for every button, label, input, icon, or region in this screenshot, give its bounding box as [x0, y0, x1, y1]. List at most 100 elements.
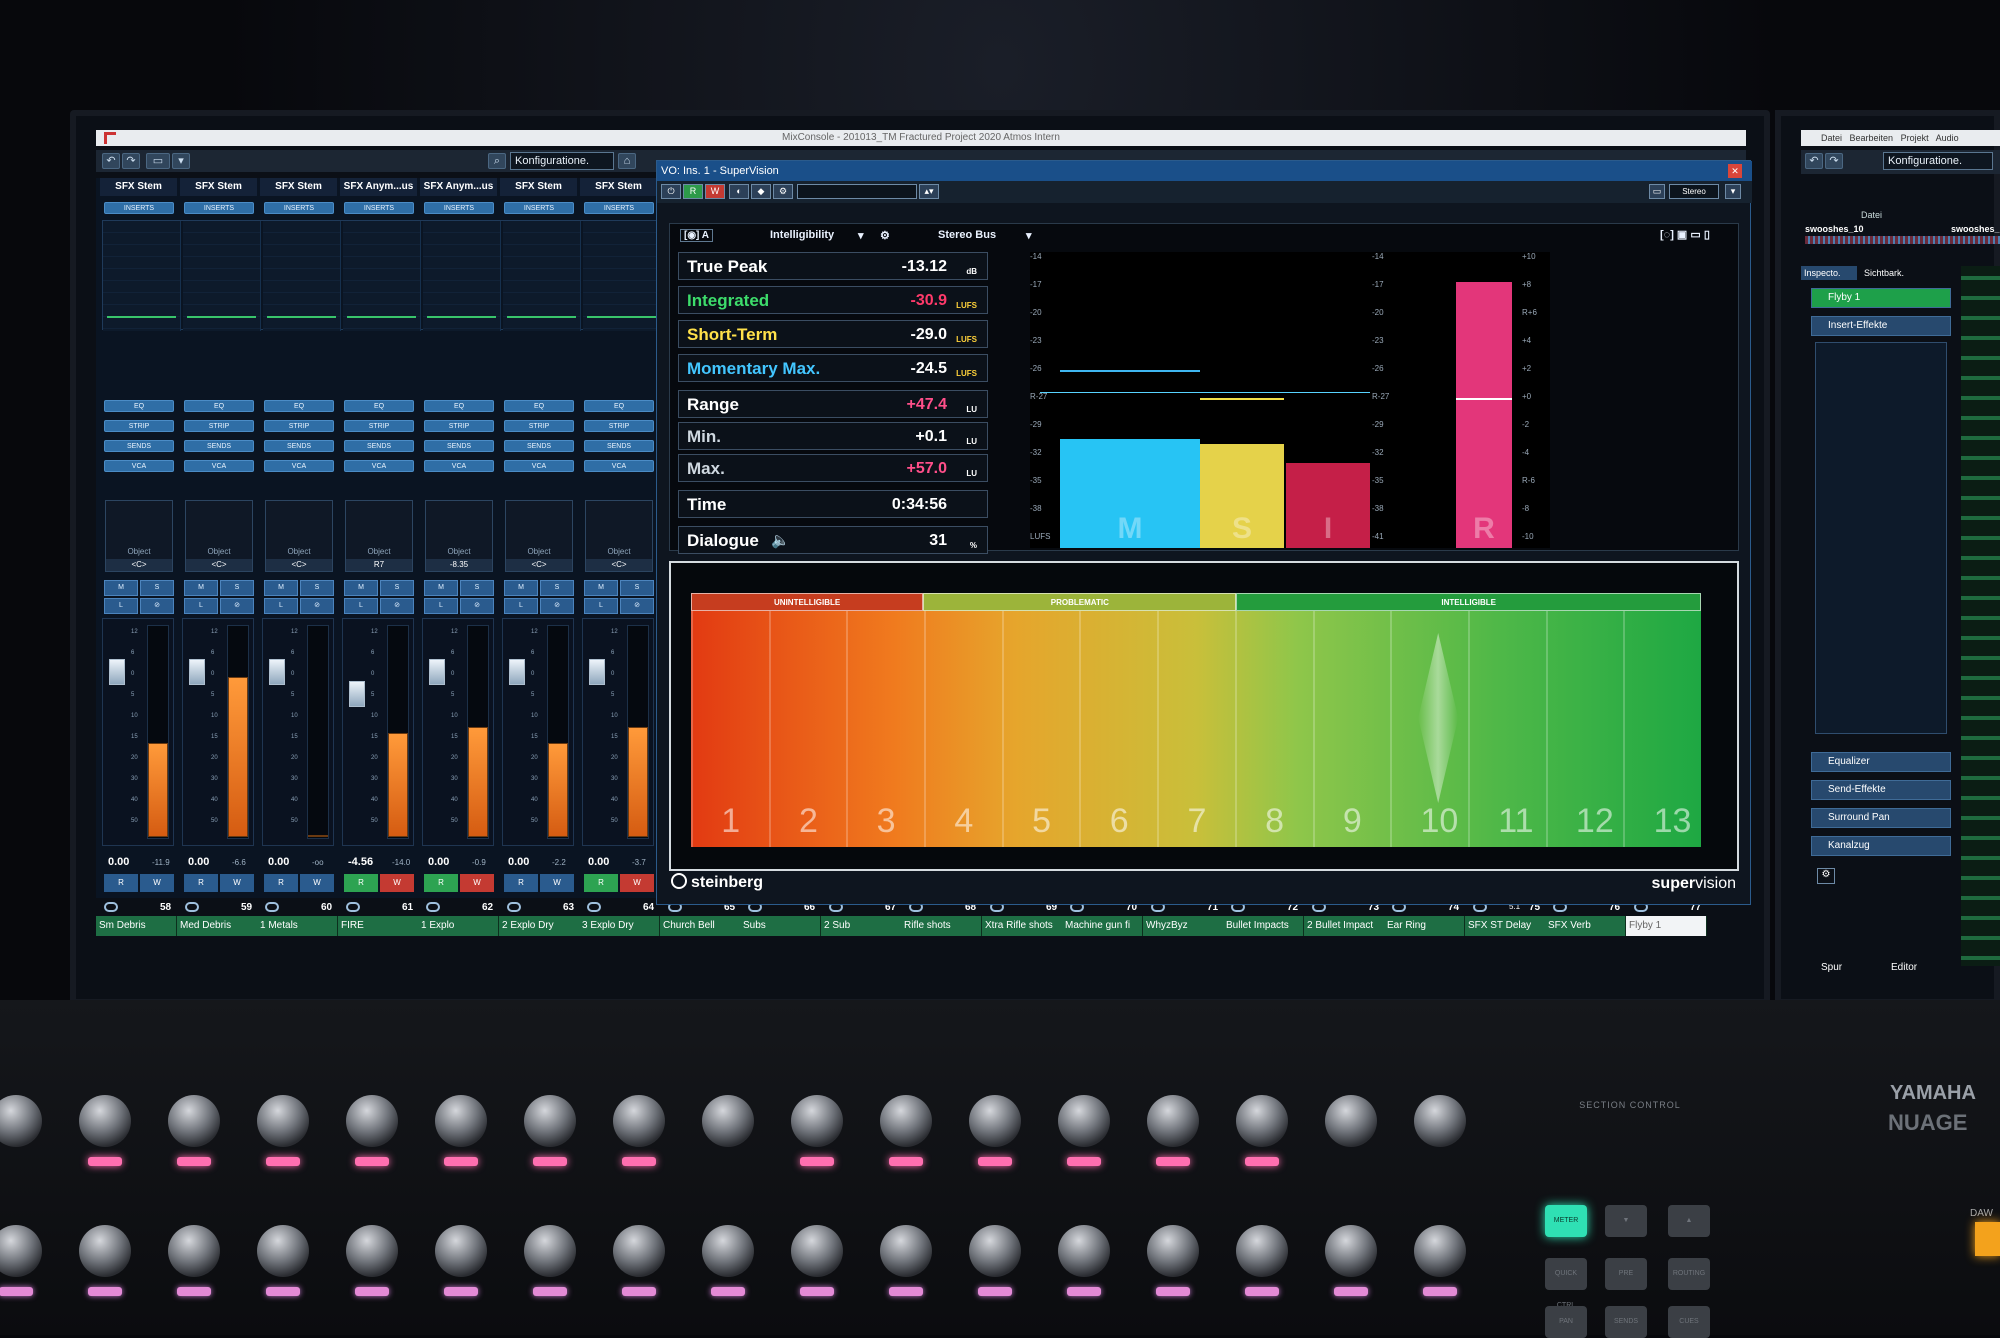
- dropdown-icon[interactable]: ▾: [172, 153, 190, 169]
- channel-name[interactable]: 1 Metals: [257, 916, 338, 936]
- link-icon[interactable]: [426, 902, 440, 912]
- link-icon[interactable]: [587, 902, 601, 912]
- channel-name[interactable]: SFX Verb: [1545, 916, 1626, 936]
- channel-name[interactable]: Church Bell: [660, 916, 741, 936]
- fader-handle[interactable]: [269, 659, 285, 685]
- vca-rack-header[interactable]: VCA: [504, 460, 574, 472]
- rotary-encoder-knob[interactable]: [702, 1225, 754, 1277]
- menu-projekt[interactable]: Projekt: [1901, 133, 1929, 143]
- vca-rack-header[interactable]: VCA: [424, 460, 494, 472]
- undo-icon[interactable]: ↶: [102, 153, 120, 169]
- insert-slot-column[interactable]: [343, 221, 421, 331]
- eq-rack-header[interactable]: EQ: [184, 400, 254, 412]
- edit-button[interactable]: ⊘: [220, 598, 254, 614]
- strip-name[interactable]: SFX Stem: [500, 178, 578, 196]
- routing-button[interactable]: ROUTING: [1668, 1258, 1710, 1290]
- configuration-dropdown[interactable]: Konfiguratione.: [1883, 152, 1993, 170]
- strip-rack-header[interactable]: STRIP: [184, 420, 254, 432]
- sends-rack-header[interactable]: SENDS: [424, 440, 494, 452]
- up-arrow-button[interactable]: ▲: [1668, 1205, 1710, 1237]
- cues-button[interactable]: CUES: [1668, 1306, 1710, 1338]
- write-automation-button[interactable]: W: [460, 874, 494, 892]
- strip-name[interactable]: SFX Stem: [260, 178, 338, 196]
- read-automation-button[interactable]: R: [104, 874, 138, 892]
- rotary-encoder-knob[interactable]: [0, 1095, 42, 1147]
- edit-button[interactable]: ⊘: [300, 598, 334, 614]
- pre-button[interactable]: PRE: [1605, 1258, 1647, 1290]
- tab-editor[interactable]: Editor: [1891, 962, 1917, 973]
- channel-name[interactable]: 1 Explo: [418, 916, 499, 936]
- insert-slot-column[interactable]: [183, 221, 261, 331]
- edit-button[interactable]: ⊘: [540, 598, 574, 614]
- window-layout-icon[interactable]: ▭: [146, 153, 170, 169]
- layout-icon[interactable]: [◉] A: [680, 229, 714, 242]
- close-icon[interactable]: ✕: [1728, 164, 1742, 178]
- section-equalizer[interactable]: Equalizer: [1811, 752, 1951, 772]
- fader-gain-value[interactable]: 0.00: [428, 856, 449, 868]
- channel-name[interactable]: SFX ST Delay: [1465, 916, 1546, 936]
- fader-gain-value[interactable]: -4.56: [348, 856, 373, 868]
- sends-rack-header[interactable]: SENDS: [184, 440, 254, 452]
- m-button[interactable]: M: [104, 580, 138, 596]
- rotary-encoder-knob[interactable]: [1236, 1095, 1288, 1147]
- panner-display[interactable]: Object <C>: [105, 500, 173, 572]
- vca-rack-header[interactable]: VCA: [264, 460, 334, 472]
- rotary-encoder-knob[interactable]: [1236, 1225, 1288, 1277]
- panner-display[interactable]: Object <C>: [585, 500, 653, 572]
- read-automation-button[interactable]: R: [344, 874, 378, 892]
- channel-name[interactable]: Rifle shots: [901, 916, 982, 936]
- insert-slot-column[interactable]: [103, 221, 181, 331]
- sends-rack-header[interactable]: SENDS: [344, 440, 414, 452]
- module-settings-icon[interactable]: ⚙: [880, 229, 890, 242]
- rotary-encoder-knob[interactable]: [0, 1225, 42, 1277]
- strip-rack-header[interactable]: STRIP: [264, 420, 334, 432]
- rotary-encoder-knob[interactable]: [613, 1095, 665, 1147]
- link-icon[interactable]: [104, 902, 118, 912]
- rotary-encoder-knob[interactable]: [1414, 1095, 1466, 1147]
- down-arrow-button[interactable]: ▼: [1605, 1205, 1647, 1237]
- channel-name[interactable]: Subs: [740, 916, 821, 936]
- strip-name[interactable]: SFX Anym...us: [340, 178, 418, 196]
- bus-dropdown[interactable]: Stereo Bus: [938, 229, 996, 241]
- quick-ctrl-button[interactable]: QUICK CTRL: [1545, 1258, 1587, 1309]
- preset-field[interactable]: [797, 184, 917, 199]
- rotary-encoder-knob[interactable]: [524, 1225, 576, 1277]
- write-automation-button[interactable]: W: [620, 874, 654, 892]
- fader-gain-value[interactable]: 0.00: [188, 856, 209, 868]
- stereo-dropdown[interactable]: Stereo: [1669, 184, 1719, 199]
- sends-rack-header[interactable]: SENDS: [104, 440, 174, 452]
- read-automation-button[interactable]: R: [264, 874, 298, 892]
- strip-rack-header[interactable]: STRIP: [344, 420, 414, 432]
- channel-name[interactable]: Machine gun fi: [1062, 916, 1143, 936]
- link-icon[interactable]: [265, 902, 279, 912]
- rotary-encoder-knob[interactable]: [1325, 1225, 1377, 1277]
- write-automation-button[interactable]: W: [380, 874, 414, 892]
- redo-icon[interactable]: ↷: [1825, 153, 1843, 169]
- eq-rack-header[interactable]: EQ: [344, 400, 414, 412]
- read-automation-button[interactable]: R: [584, 874, 618, 892]
- sends-rack-header[interactable]: SENDS: [264, 440, 334, 452]
- module-dropdown[interactable]: Intelligibility: [770, 229, 834, 241]
- read-automation-button[interactable]: R: [424, 874, 458, 892]
- fader-gain-value[interactable]: 0.00: [268, 856, 289, 868]
- read-automation-button[interactable]: R: [504, 874, 538, 892]
- strip-name[interactable]: SFX Stem: [580, 178, 658, 196]
- rotary-encoder-knob[interactable]: [1058, 1225, 1110, 1277]
- speaker-icon[interactable]: 🔈: [771, 531, 790, 549]
- eq-rack-header[interactable]: EQ: [584, 400, 654, 412]
- rotary-encoder-knob[interactable]: [435, 1225, 487, 1277]
- listen-button[interactable]: L: [344, 598, 378, 614]
- s-button[interactable]: S: [140, 580, 174, 596]
- s-button[interactable]: S: [300, 580, 334, 596]
- sends-rack-header[interactable]: SENDS: [584, 440, 654, 452]
- write-automation-button[interactable]: W: [705, 184, 725, 199]
- inserts-rack-header[interactable]: INSERTS: [584, 202, 654, 214]
- rotary-encoder-knob[interactable]: [168, 1095, 220, 1147]
- panner-display[interactable]: Object R7: [345, 500, 413, 572]
- channel-name[interactable]: 2 Explo Dry: [499, 916, 580, 936]
- strip-name[interactable]: SFX Stem: [180, 178, 258, 196]
- m-button[interactable]: M: [584, 580, 618, 596]
- rotary-encoder-knob[interactable]: [969, 1225, 1021, 1277]
- fader-gain-value[interactable]: 0.00: [588, 856, 609, 868]
- fader-handle[interactable]: [589, 659, 605, 685]
